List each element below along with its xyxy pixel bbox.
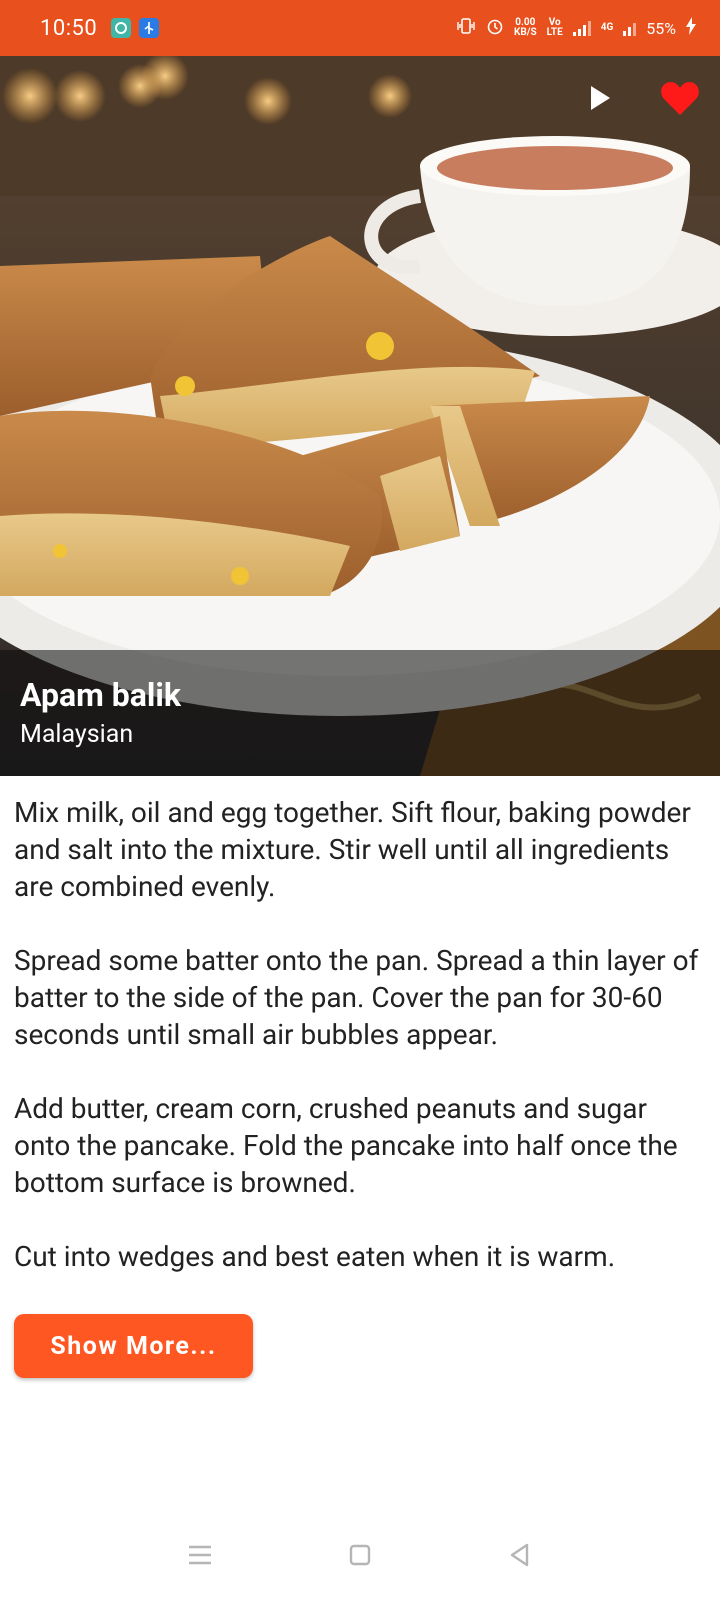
show-more-button[interactable]: Show More...	[14, 1314, 253, 1378]
status-time: 10:50	[40, 15, 98, 41]
favorite-button[interactable]	[660, 78, 700, 118]
home-icon	[349, 1544, 371, 1566]
system-nav-bar	[0, 1510, 720, 1600]
charging-icon	[686, 17, 696, 39]
recipe-instructions: Mix milk, oil and egg together. Sift flo…	[14, 794, 704, 1275]
mobile-data-indicator: 4G	[600, 22, 614, 33]
hero-caption: Apam balik Malaysian	[0, 650, 720, 776]
status-bar: 10:50 0.00 KB/S Vo LTE 4G 55%	[0, 0, 720, 56]
status-app-icons	[111, 18, 160, 38]
network-speed: 0.00 KB/S	[514, 17, 537, 38]
play-video-button[interactable]	[580, 78, 620, 118]
recipe-hero-image: Apam balik Malaysian	[0, 56, 720, 776]
instruction-step: Cut into wedges and best eaten when it i…	[14, 1240, 616, 1273]
alarm-icon	[486, 17, 504, 39]
status-right: 0.00 KB/S Vo LTE 4G 55%	[456, 17, 696, 39]
usb-icon	[139, 18, 160, 38]
play-icon	[591, 86, 610, 110]
instruction-step: Spread some batter onto the pan. Spread …	[14, 944, 699, 1051]
battery-level: 55%	[646, 18, 676, 38]
heart-icon	[661, 82, 699, 115]
vibrate-icon	[456, 18, 476, 38]
signal-strength-2-icon	[623, 20, 637, 36]
back-icon	[510, 1543, 529, 1567]
volte-indicator: Vo LTE	[546, 17, 563, 38]
signal-strength-icon	[572, 20, 591, 36]
recipe-title: Apam balik	[20, 676, 181, 714]
chat-bubble-icon	[111, 18, 132, 38]
instruction-step: Add butter, cream corn, crushed peanuts …	[14, 1092, 678, 1199]
home-button[interactable]	[340, 1535, 380, 1575]
instruction-step: Mix milk, oil and egg together. Sift flo…	[14, 796, 691, 903]
recent-apps-button[interactable]	[180, 1535, 220, 1575]
recipe-cuisine: Malaysian	[20, 720, 134, 749]
menu-icon	[189, 1545, 211, 1565]
hero-actions	[580, 78, 700, 118]
back-button[interactable]	[500, 1535, 540, 1575]
